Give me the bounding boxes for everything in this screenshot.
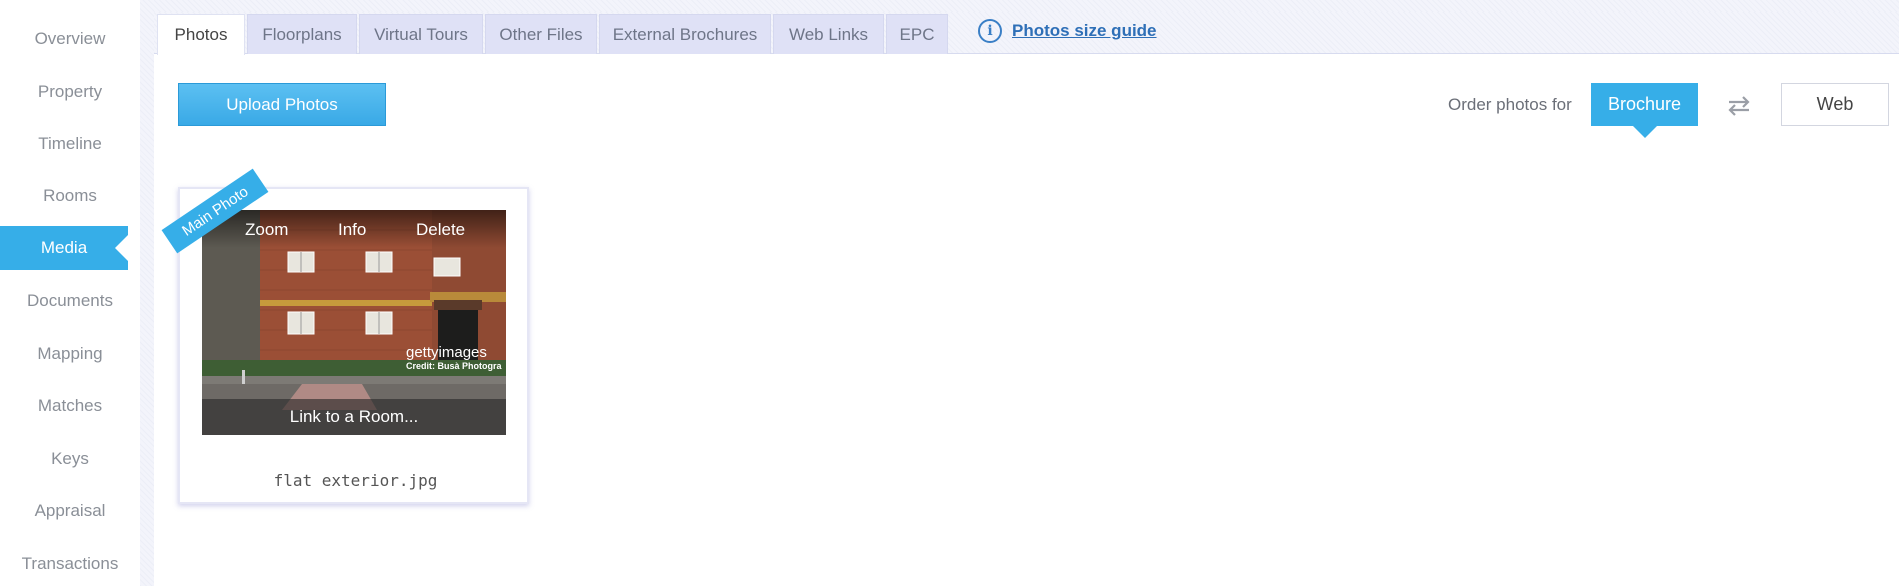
photos-size-guide[interactable]: i Photos size guide bbox=[978, 18, 1157, 44]
tab-floorplans[interactable]: Floorplans bbox=[247, 14, 357, 54]
sidebar-item-property[interactable]: Property bbox=[0, 70, 140, 114]
photo-card[interactable]: Zoom Info Delete gettyimages Credit: Bus… bbox=[161, 168, 529, 504]
sidebar-item-keys[interactable]: Keys bbox=[0, 437, 140, 481]
sidebar-item-overview[interactable]: Overview bbox=[0, 17, 140, 61]
sidebar-item-matches[interactable]: Matches bbox=[0, 384, 140, 428]
sidebar-item-timeline[interactable]: Timeline bbox=[0, 122, 140, 166]
order-photos-label: Order photos for bbox=[1448, 95, 1572, 114]
delete-button[interactable]: Delete bbox=[416, 220, 465, 240]
tab-photos[interactable]: Photos bbox=[157, 14, 245, 55]
watermark: gettyimages Credit: Busà Photogra bbox=[406, 344, 502, 371]
watermark-brand: gettyimages bbox=[406, 344, 487, 361]
tab-epc[interactable]: EPC bbox=[886, 14, 948, 54]
tab-virtual-tours[interactable]: Virtual Tours bbox=[359, 14, 483, 54]
sidebar-item-mapping[interactable]: Mapping bbox=[0, 332, 140, 376]
sidebar-item-appraisal[interactable]: Appraisal bbox=[0, 489, 140, 533]
main-photo-ribbon: Main Photo bbox=[161, 168, 282, 291]
info-circle-icon: i bbox=[978, 19, 1002, 43]
tab-external-brochures[interactable]: External Brochures bbox=[599, 14, 771, 54]
sidebar-item-media[interactable]: Media bbox=[0, 226, 128, 270]
photo-filename: flat exterior.jpg bbox=[273, 471, 438, 490]
order-brochure-button[interactable]: Brochure bbox=[1591, 83, 1698, 126]
swap-arrows-icon[interactable] bbox=[1726, 96, 1752, 116]
sidebar-divider bbox=[140, 0, 154, 586]
sidebar-item-documents[interactable]: Documents bbox=[0, 279, 140, 323]
sidebar-item-rooms[interactable]: Rooms bbox=[0, 174, 140, 218]
link-to-room-button[interactable]: Link to a Room... bbox=[202, 399, 506, 435]
sidebar-item-transactions[interactable]: Transactions bbox=[0, 542, 140, 586]
photos-size-guide-link[interactable]: Photos size guide bbox=[1012, 21, 1157, 41]
main-photo-label: Main Photo bbox=[161, 168, 269, 254]
top-band bbox=[154, 0, 1899, 12]
info-button[interactable]: Info bbox=[338, 220, 366, 240]
tab-other-files[interactable]: Other Files bbox=[485, 14, 597, 54]
sidebar-nav: Overview Property Timeline Rooms Media D… bbox=[0, 0, 140, 586]
watermark-credit: Credit: Busà Photogra bbox=[406, 361, 502, 371]
tab-web-links[interactable]: Web Links bbox=[773, 14, 884, 54]
order-web-button[interactable]: Web bbox=[1781, 83, 1889, 126]
upload-photos-button[interactable]: Upload Photos bbox=[178, 83, 386, 126]
